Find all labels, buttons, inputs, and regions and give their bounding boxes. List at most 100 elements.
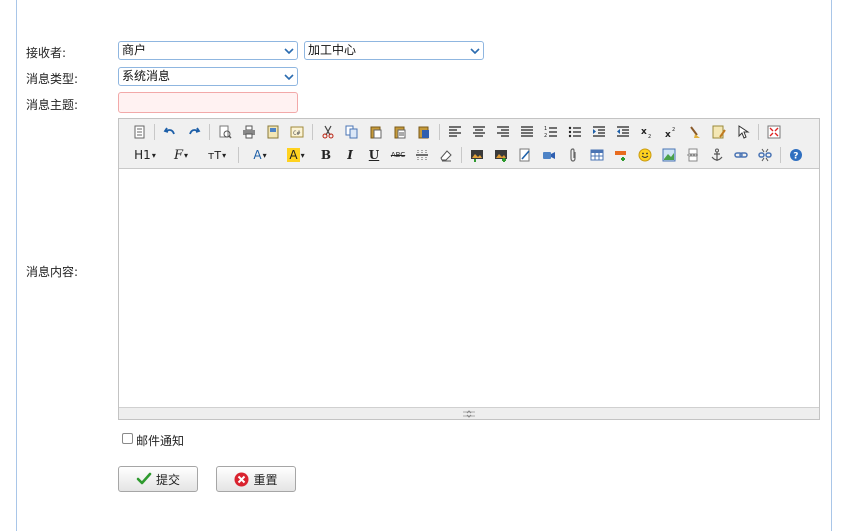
- insert-image-icon[interactable]: [465, 145, 489, 165]
- source-icon[interactable]: [127, 122, 151, 142]
- clear-format-icon[interactable]: [683, 122, 707, 142]
- unlink-icon[interactable]: [753, 145, 777, 165]
- svg-text:x: x: [641, 127, 647, 137]
- emoticon-icon[interactable]: [633, 145, 657, 165]
- editor-content-area[interactable]: [119, 169, 819, 407]
- heading-text: H1: [134, 148, 151, 162]
- subject-label: 消息主题:: [26, 98, 79, 112]
- chevron-down-icon: [281, 68, 297, 85]
- message-type-label: 消息类型:: [26, 72, 79, 86]
- subscript-icon[interactable]: x2: [635, 122, 659, 142]
- ordered-list-icon[interactable]: 12: [539, 122, 563, 142]
- svg-text:?: ?: [793, 152, 798, 162]
- font-size-dropdown[interactable]: тT ▾: [199, 145, 235, 165]
- cut-icon[interactable]: [316, 122, 340, 142]
- svg-text:1: 1: [544, 126, 547, 132]
- link-icon[interactable]: [729, 145, 753, 165]
- svg-text:x: x: [665, 130, 671, 139]
- chevron-down-icon: [467, 42, 483, 59]
- insert-multi-image-icon[interactable]: [489, 145, 513, 165]
- svg-text:2: 2: [648, 134, 651, 139]
- horizontal-rule-icon[interactable]: [410, 145, 434, 165]
- image-gallery-icon[interactable]: [657, 145, 681, 165]
- editor-toolbar: C# 12 x2 x2 H1 ▾ F ▾ тT ▾ A ▾ A ▾ B I U …: [119, 119, 819, 169]
- template-icon[interactable]: [261, 122, 285, 142]
- email-notify-checkbox[interactable]: [122, 433, 133, 444]
- undo-icon[interactable]: [158, 122, 182, 142]
- page-break-icon[interactable]: [681, 145, 705, 165]
- copy-icon[interactable]: [340, 122, 364, 142]
- content-label: 消息内容:: [26, 265, 79, 279]
- underline-button[interactable]: U: [362, 145, 386, 165]
- bold-button[interactable]: B: [314, 145, 338, 165]
- fullscreen-icon[interactable]: [762, 122, 786, 142]
- print-icon[interactable]: [237, 122, 261, 142]
- svg-text:2: 2: [672, 127, 675, 133]
- insert-row-icon[interactable]: [609, 145, 633, 165]
- dropdown-arrow-icon: ▾: [151, 150, 156, 160]
- insert-video-icon[interactable]: [537, 145, 561, 165]
- insert-table-icon[interactable]: [585, 145, 609, 165]
- strikethrough-button[interactable]: ABC: [386, 145, 410, 165]
- submit-button[interactable]: 提交: [118, 466, 198, 492]
- paste-icon[interactable]: [364, 122, 388, 142]
- font-color-text: A: [253, 148, 262, 162]
- help-icon[interactable]: ?: [784, 145, 808, 165]
- dropdown-arrow-icon: ▾: [300, 150, 305, 160]
- editor-resize-handle[interactable]: [119, 407, 819, 419]
- toolbar-row-2: H1 ▾ F ▾ тT ▾ A ▾ A ▾ B I U ABC ?: [127, 144, 808, 166]
- email-notify-label: 邮件通知: [136, 434, 185, 448]
- font-color-dropdown[interactable]: A ▾: [242, 145, 278, 165]
- submit-button-label: 提交: [155, 472, 180, 487]
- dropdown-arrow-icon: ▾: [222, 150, 227, 160]
- reset-button-label: 重置: [253, 472, 278, 487]
- chevron-down-icon: [281, 42, 297, 59]
- align-right-icon[interactable]: [491, 122, 515, 142]
- attachment-icon[interactable]: [561, 145, 585, 165]
- checkmark-icon: [136, 472, 152, 485]
- italic-button[interactable]: I: [338, 145, 362, 165]
- svg-text:2: 2: [544, 133, 547, 139]
- bold-text: B: [320, 148, 332, 162]
- font-family-dropdown[interactable]: F ▾: [163, 145, 199, 165]
- unordered-list-icon[interactable]: [563, 122, 587, 142]
- cancel-icon: [234, 472, 249, 486]
- resize-grip-icon: [463, 409, 475, 418]
- italic-text: I: [347, 148, 353, 162]
- subject-input[interactable]: [118, 92, 298, 113]
- redo-icon[interactable]: [182, 122, 206, 142]
- rich-text-editor: C# 12 x2 x2 H1 ▾ F ▾ тT ▾ A ▾ A ▾ B I U …: [118, 118, 820, 420]
- select-all-icon[interactable]: [731, 122, 755, 142]
- code-icon[interactable]: C#: [285, 122, 309, 142]
- recipient-label: 接收者:: [26, 46, 67, 60]
- paste-word-icon[interactable]: [412, 122, 436, 142]
- eraser-icon[interactable]: [434, 145, 458, 165]
- message-type-value: 系统消息: [122, 69, 171, 83]
- font-family-text: F: [173, 147, 183, 163]
- align-justify-icon[interactable]: [515, 122, 539, 142]
- paste-text-icon[interactable]: [388, 122, 412, 142]
- strikethrough-text: ABC: [390, 151, 406, 159]
- indent-icon[interactable]: [587, 122, 611, 142]
- outdent-icon[interactable]: [611, 122, 635, 142]
- toolbar-row-1: C# 12 x2 x2: [127, 121, 786, 143]
- reset-button[interactable]: 重置: [216, 466, 296, 492]
- bg-color-dropdown[interactable]: A ▾: [278, 145, 314, 165]
- heading-dropdown[interactable]: H1 ▾: [127, 145, 163, 165]
- recipient-type-select[interactable]: 商户: [118, 41, 298, 60]
- preview-icon[interactable]: [213, 122, 237, 142]
- anchor-icon[interactable]: [705, 145, 729, 165]
- svg-text:C#: C#: [293, 130, 301, 137]
- align-left-icon[interactable]: [443, 122, 467, 142]
- email-notify-checkbox-row[interactable]: 邮件通知: [122, 428, 184, 449]
- align-center-icon[interactable]: [467, 122, 491, 142]
- bg-color-text: A: [287, 148, 300, 162]
- scrawl-icon[interactable]: [513, 145, 537, 165]
- recipient-target-select[interactable]: 加工中心: [304, 41, 484, 60]
- superscript-icon[interactable]: x2: [659, 122, 683, 142]
- word-count-icon[interactable]: [707, 122, 731, 142]
- dropdown-arrow-icon: ▾: [262, 150, 267, 160]
- underline-text: U: [368, 148, 380, 162]
- message-type-select[interactable]: 系统消息: [118, 67, 298, 86]
- dropdown-arrow-icon: ▾: [184, 150, 189, 160]
